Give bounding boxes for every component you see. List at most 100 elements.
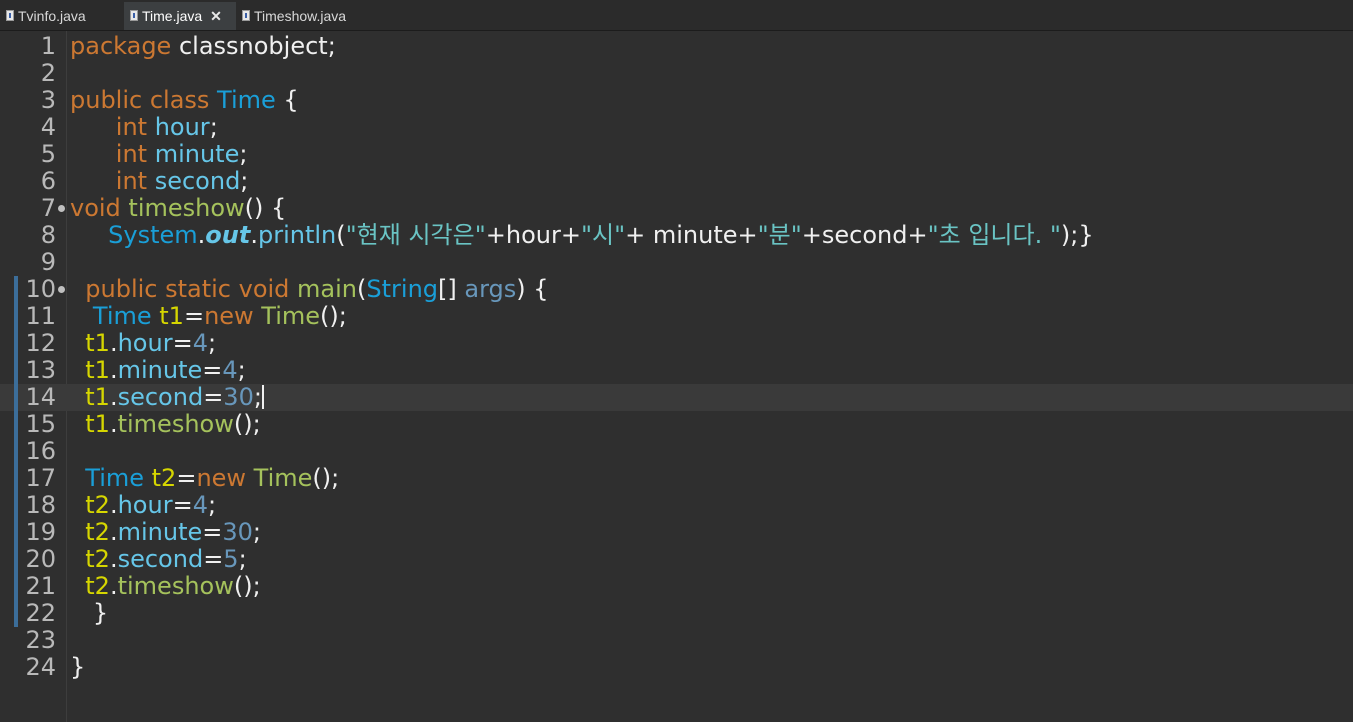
- code-token: Time: [253, 464, 313, 492]
- code-line[interactable]: 22 }: [0, 600, 1353, 627]
- code-token: 4: [192, 329, 208, 357]
- tab-label: Timeshow.java: [254, 8, 347, 24]
- editor-tab-bar: Tvinfo.java Time.java ✕ Timeshow.java: [0, 0, 1353, 31]
- code-token: 4: [192, 491, 208, 519]
- code-line[interactable]: 11 Time t1=new Time();: [0, 303, 1353, 330]
- code-token: ;: [252, 518, 261, 546]
- code-token: hour: [154, 113, 210, 141]
- code-token: []: [438, 275, 465, 303]
- code-token: ();: [233, 410, 261, 438]
- code-token: }: [70, 653, 86, 681]
- code-line[interactable]: 4 int hour;: [0, 114, 1353, 141]
- code-token: {: [275, 86, 299, 114]
- code-text: int hour;: [70, 114, 218, 141]
- code-text: t2.hour=4;: [70, 492, 216, 519]
- code-token: out: [205, 221, 251, 249]
- tab-tvinfo-java[interactable]: Tvinfo.java: [0, 2, 124, 30]
- code-token: "분": [757, 221, 802, 249]
- code-token: t2: [85, 572, 110, 600]
- code-token: =: [183, 302, 205, 330]
- code-line[interactable]: 20 t2.second=5;: [0, 546, 1353, 573]
- code-line[interactable]: 24}: [0, 654, 1353, 681]
- code-lines: 1 package classnobject; 2 3 public class Tim…: [0, 33, 1353, 681]
- fold-toggle-icon[interactable]: [58, 286, 65, 293]
- code-token: =: [203, 383, 224, 411]
- code-token: =: [203, 545, 224, 573]
- code-token: +second+: [801, 221, 928, 249]
- code-token: public static void: [85, 275, 298, 303]
- code-line[interactable]: 12 t1.hour=4;: [0, 330, 1353, 357]
- code-text: Time t1=new Time();: [70, 303, 347, 330]
- line-number: 14: [25, 383, 56, 411]
- line-number: 8: [40, 221, 56, 249]
- code-text: }: [70, 654, 85, 681]
- code-line[interactable]: 23: [0, 627, 1353, 654]
- code-token: timeshow: [117, 410, 234, 438]
- code-token: int: [115, 113, 155, 141]
- code-token: (: [336, 221, 346, 249]
- tab-timeshow-java[interactable]: Timeshow.java: [236, 2, 364, 30]
- code-token: int: [115, 167, 155, 195]
- code-token: timeshow: [128, 194, 245, 222]
- code-token: }: [70, 599, 109, 627]
- code-line[interactable]: 9: [0, 249, 1353, 276]
- code-line[interactable]: 1 package classnobject;: [0, 33, 1353, 60]
- code-token: .: [109, 572, 118, 600]
- code-token: minute: [117, 356, 203, 384]
- code-token: ;: [207, 491, 217, 519]
- line-number: 4: [40, 113, 56, 141]
- code-token: .: [109, 329, 118, 357]
- code-line[interactable]: 8 System.out.println("현재 시각은"+hour+"시"+ …: [0, 222, 1353, 249]
- code-line[interactable]: 21 t2.timeshow();: [0, 573, 1353, 600]
- line-number: 24: [25, 653, 56, 681]
- code-token: String: [366, 275, 439, 303]
- code-token: ;: [240, 167, 249, 195]
- code-line[interactable]: 5 int minute;: [0, 141, 1353, 168]
- line-number: 10: [25, 275, 56, 303]
- code-text: int second;: [70, 167, 249, 195]
- code-token: "시": [580, 221, 626, 249]
- code-token: );}: [1060, 221, 1094, 249]
- code-line[interactable]: 6 int second;: [0, 168, 1353, 195]
- code-token: 4: [222, 356, 238, 384]
- code-line[interactable]: 15 t1.timeshow();: [0, 411, 1353, 438]
- code-token: minute: [117, 518, 203, 546]
- line-number: 16: [25, 437, 56, 465]
- code-line[interactable]: 13 t1.minute=4;: [0, 357, 1353, 384]
- code-line[interactable]: 17 Time t2=new Time();: [0, 465, 1353, 492]
- close-icon[interactable]: ✕: [210, 8, 222, 25]
- code-token: Time: [261, 302, 321, 330]
- code-line[interactable]: 2: [0, 60, 1353, 87]
- code-line[interactable]: 3 public class Time {: [0, 87, 1353, 114]
- code-token: ;: [239, 140, 248, 168]
- code-line[interactable]: 18 t2.hour=4;: [0, 492, 1353, 519]
- code-token: .: [109, 383, 118, 411]
- code-line[interactable]: 14 t1.second=30;: [0, 384, 1353, 411]
- code-editor[interactable]: 1 package classnobject; 2 3 public class Tim…: [0, 31, 1353, 722]
- code-token: =: [172, 491, 193, 519]
- code-token: t1: [85, 410, 110, 438]
- code-line[interactable]: 16: [0, 438, 1353, 465]
- code-token: main: [297, 275, 358, 303]
- code-token: ;: [237, 356, 246, 384]
- tab-time-java[interactable]: Time.java ✕: [124, 2, 236, 30]
- code-token: .: [109, 545, 118, 573]
- line-number: 13: [25, 356, 56, 384]
- code-token: ();: [233, 572, 261, 600]
- java-file-icon: [242, 10, 250, 21]
- code-text: t1.minute=4;: [70, 356, 246, 384]
- code-token: ();: [312, 464, 340, 492]
- code-token: println: [257, 221, 337, 249]
- code-line[interactable]: 19 t2.minute=30;: [0, 519, 1353, 546]
- code-line[interactable]: 10 public static void main(String[] args…: [0, 276, 1353, 303]
- line-number: 1: [40, 32, 56, 60]
- fold-toggle-icon[interactable]: [58, 205, 65, 212]
- code-token: 30: [222, 518, 253, 546]
- code-token: =: [172, 329, 193, 357]
- code-line[interactable]: 7 void timeshow() {: [0, 195, 1353, 222]
